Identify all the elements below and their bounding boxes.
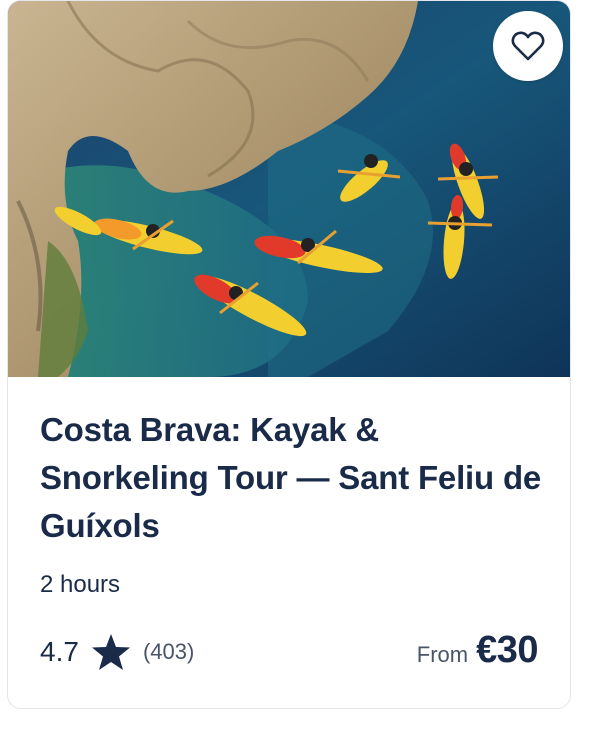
star-icon	[91, 633, 131, 671]
price: From €30	[416, 629, 539, 679]
activity-title[interactable]: Costa Brava: Kayak & Snorkeling Tour — S…	[40, 406, 546, 550]
rating: 4.7 (403)	[40, 629, 194, 675]
price-prefix: From	[416, 642, 469, 667]
favorite-button[interactable]	[493, 11, 563, 81]
card-body: Costa Brava: Kayak & Snorkeling Tour — S…	[40, 406, 546, 550]
activity-duration: 2 hours	[40, 571, 121, 598]
activity-card[interactable]: Costa Brava: Kayak & Snorkeling Tour — S…	[7, 0, 571, 709]
activity-photo[interactable]	[8, 1, 570, 377]
heart-outline-icon	[511, 30, 545, 62]
price-value: €30	[476, 629, 538, 671]
photo-kayaks-coast	[8, 1, 570, 377]
rating-value: 4.7	[40, 636, 79, 667]
review-count: (403)	[142, 639, 195, 664]
